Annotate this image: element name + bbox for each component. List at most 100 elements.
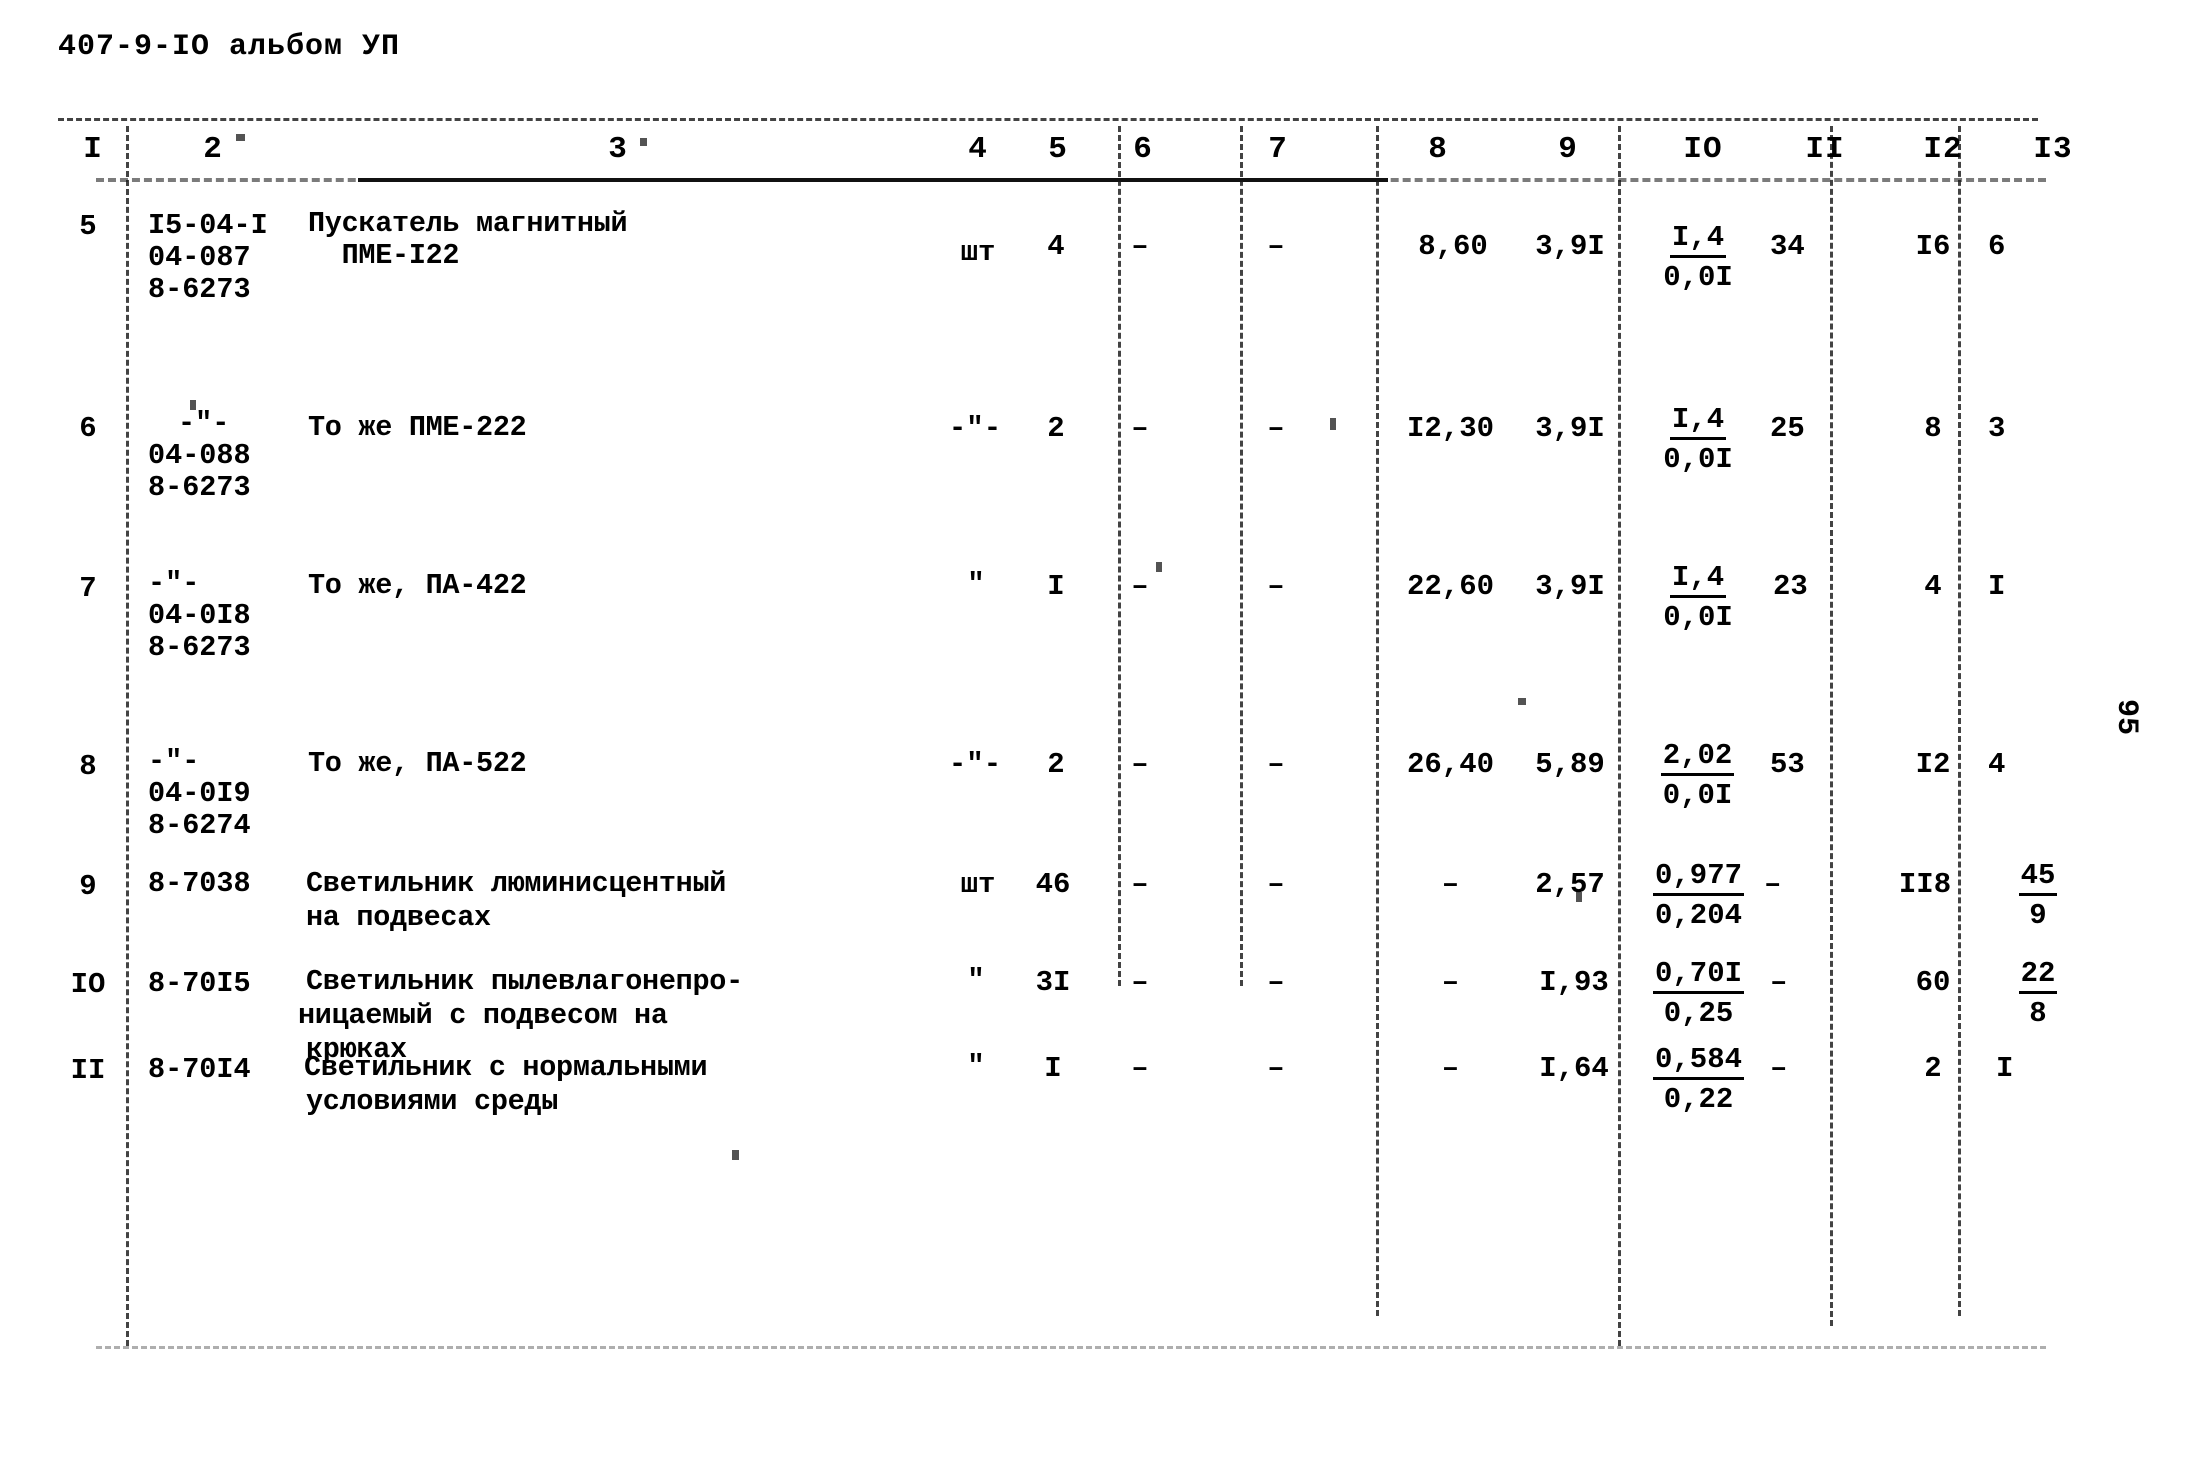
row-col10-fraction: I,4 0,0I xyxy=(1638,403,1758,477)
row-col9: 3,9I xyxy=(1535,570,1605,603)
row-unit: шт xyxy=(960,868,996,901)
row-col7: – xyxy=(1267,748,1285,781)
row-description-line-1: То же ПМЕ-222 xyxy=(308,411,527,444)
row-quantity: I xyxy=(1044,1052,1062,1085)
row-number: 6 xyxy=(79,412,97,445)
row-description-line-1: То же, ПА-522 xyxy=(308,747,527,780)
row-col6: – xyxy=(1131,748,1149,781)
row-col13-fraction: 22 8 xyxy=(1998,957,2078,1031)
row-col6: – xyxy=(1131,230,1149,263)
row-description-line-2: условиями среды xyxy=(306,1085,559,1118)
row-col10-fraction: 0,977 0,204 xyxy=(1626,859,1771,933)
row-col10-fraction: I,4 0,0I xyxy=(1638,221,1758,295)
column-separator-10 xyxy=(1618,126,1621,1346)
row-code-1: 8-7038 xyxy=(148,867,251,900)
column-header-3: 3 xyxy=(608,132,628,167)
column-header-8: 8 xyxy=(1428,132,1448,167)
column-header-10: IO xyxy=(1683,132,1723,167)
scan-speck xyxy=(640,138,647,146)
scan-speck xyxy=(1330,418,1336,430)
table-top-rule xyxy=(58,118,2038,121)
row-col11: 34 xyxy=(1770,230,1805,263)
row-col10-numerator: 2,02 xyxy=(1660,739,1735,777)
row-col10-numerator: I,4 xyxy=(1669,403,1727,441)
row-col8: 26,40 xyxy=(1406,748,1494,781)
scan-speck xyxy=(1576,892,1582,902)
row-description-line-2: на подвесах xyxy=(306,901,491,934)
row-col13: 6 xyxy=(1988,230,2006,263)
scan-speck xyxy=(1156,562,1162,572)
row-col9: 2,57 xyxy=(1535,868,1605,901)
column-separator-1 xyxy=(126,126,129,1346)
column-header-13: I3 xyxy=(2033,132,2073,167)
row-col9: I,93 xyxy=(1539,966,1609,999)
row-code-1: I5-04-I xyxy=(148,209,268,242)
row-col13: I xyxy=(1988,570,2006,603)
row-col8: 22,60 xyxy=(1406,570,1494,603)
row-col10-denominator: 0,0I xyxy=(1663,601,1733,635)
row-code-3: 8-6273 xyxy=(148,471,251,504)
row-col6: – xyxy=(1131,966,1149,999)
row-col8: I2,30 xyxy=(1406,412,1494,445)
column-header-7: 7 xyxy=(1268,132,1288,167)
row-col7: – xyxy=(1267,966,1285,999)
row-unit: " xyxy=(967,964,985,997)
row-col10-numerator: I,4 xyxy=(1669,221,1727,259)
column-header-12: I2 xyxy=(1923,132,1963,167)
row-col13-numerator: 22 xyxy=(2018,957,2058,995)
scan-speck xyxy=(236,134,245,141)
row-code-1: -"- xyxy=(148,745,200,778)
column-header-5: 5 xyxy=(1048,132,1068,167)
row-col10-numerator: 0,70I xyxy=(1652,957,1744,995)
table-bottom-rule xyxy=(96,1346,2046,1349)
row-col11: 53 xyxy=(1770,748,1805,781)
row-col12: 2 xyxy=(1924,1052,1942,1085)
row-col10-numerator: 0,584 xyxy=(1652,1043,1744,1081)
specification-table: I 2 3 4 5 6 7 8 9 IO II I2 I3 5 I5-04-I … xyxy=(58,110,2072,1370)
row-col11: – xyxy=(1764,868,1782,901)
row-col13: 4 xyxy=(1988,748,2006,781)
row-col13-numerator: 45 xyxy=(2018,859,2058,897)
header-rule xyxy=(358,178,1388,182)
row-code-3: 8-6273 xyxy=(148,273,251,306)
scan-speck xyxy=(732,1150,739,1160)
row-col6: – xyxy=(1131,412,1149,445)
row-col8: 8,60 xyxy=(1418,230,1488,263)
row-number: 9 xyxy=(79,870,97,903)
row-col12: I2 xyxy=(1915,748,1951,781)
scan-speck xyxy=(190,400,196,410)
row-description-line-1: То же, ПА-422 xyxy=(308,569,527,602)
row-code-3: 8-6274 xyxy=(148,809,251,842)
row-description-line-1: Светильник пылевлагонепро- xyxy=(306,965,743,998)
row-unit: " xyxy=(967,568,985,601)
row-number: 5 xyxy=(79,210,97,243)
column-separator-12 xyxy=(1958,126,1961,1316)
column-header-6: 6 xyxy=(1133,132,1153,167)
row-code-2: 04-087 xyxy=(148,241,251,274)
row-col6: – xyxy=(1131,868,1149,901)
row-col7: – xyxy=(1267,868,1285,901)
row-code-2: 04-0I8 xyxy=(148,599,251,632)
row-col10-denominator: 0,25 xyxy=(1663,997,1734,1031)
row-code-2: 04-088 xyxy=(148,439,251,472)
column-header-4: 4 xyxy=(968,132,988,167)
row-col6: – xyxy=(1131,570,1149,603)
row-col9: 3,9I xyxy=(1535,230,1605,263)
row-number: 8 xyxy=(79,750,97,783)
row-col8: – xyxy=(1441,1052,1460,1085)
row-number: 7 xyxy=(79,572,97,605)
row-col12: II8 xyxy=(1898,868,1952,901)
row-col10-fraction: 2,02 0,0I xyxy=(1630,739,1765,813)
row-col10-denominator: 0,0I xyxy=(1663,443,1733,477)
row-col10-denominator: 0,0I xyxy=(1663,261,1733,295)
row-quantity: 2 xyxy=(1047,748,1065,781)
row-col11: 25 xyxy=(1770,412,1805,445)
row-col7: – xyxy=(1267,570,1285,603)
row-col10-fraction: I,4 0,0I xyxy=(1638,561,1758,635)
row-col12: I6 xyxy=(1915,230,1951,263)
row-col10-denominator: 0,204 xyxy=(1654,899,1742,933)
page-number: 95 xyxy=(2109,698,2144,736)
row-col9: 3,9I xyxy=(1535,412,1605,445)
row-col10-denominator: 0,0I xyxy=(1662,779,1733,813)
row-col8: – xyxy=(1441,868,1460,901)
